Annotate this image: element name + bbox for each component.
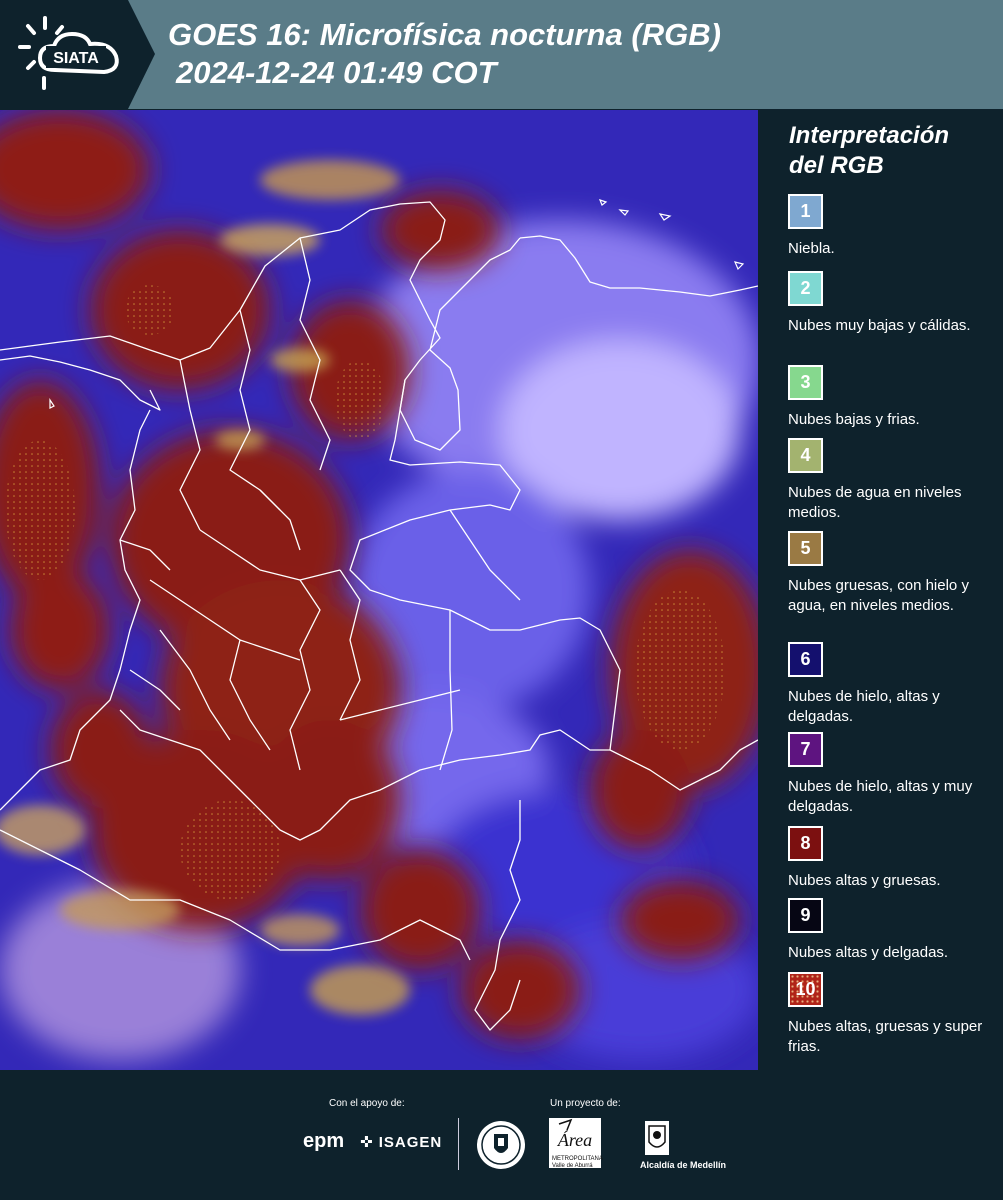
legend-number: 5 [800, 538, 811, 558]
legend-item-very-low-warm-clouds: 2 Nubes muy bajas y cálidas. [788, 271, 988, 336]
isagen-mark-icon: ✜ [360, 1134, 374, 1151]
legend-number: 6 [800, 649, 811, 669]
medellin-label: Alcaldía de Medellín [640, 1160, 727, 1170]
legend-label: Nubes altas y gruesas. [788, 872, 941, 889]
isagen-logo: ✜ ISAGEN [360, 1133, 442, 1151]
legend-item-thick-mixed-clouds: 5 Nubes gruesas, con hielo y agua, en ni… [788, 531, 988, 616]
legend-item-high-thick-clouds: 8 Nubes altas y gruesas. [788, 826, 988, 891]
legend-swatch: 1 [788, 194, 823, 229]
legend-swatch: 6 [788, 642, 823, 677]
project-label: Un proyecto de: [550, 1098, 621, 1109]
legend-number: 2 [800, 278, 811, 298]
legend-swatch: 10 [788, 972, 823, 1007]
support-label: Con el apoyo de: [329, 1098, 405, 1109]
legend-label: Nubes gruesas, con hielo y agua, en nive… [788, 577, 969, 614]
legend-label: Nubes altas y delgadas. [788, 944, 949, 961]
legend-panel: Interpretación del RGB 1 Niebla. 2 Nubes… [758, 110, 1003, 1070]
legend-number: 7 [800, 739, 811, 759]
legend-number: 3 [800, 372, 811, 392]
legend-number: 10 [795, 979, 816, 999]
legend-label: Nubes muy bajas y cálidas. [788, 317, 971, 334]
footer: Con el apoyo de: Un proyecto de: epm ✜ I… [0, 1070, 1003, 1200]
legend-label: Nubes de agua en niveles medios. [788, 484, 962, 521]
legend-swatch: 4 [788, 438, 823, 473]
logo-text: SIATA [53, 50, 99, 67]
legend-number: 1 [800, 201, 811, 221]
title-timestamp: 2024-12-24 01:49 COT [176, 55, 497, 90]
legend-swatch: 2 [788, 271, 823, 306]
legend-item-very-thin-high-ice-clouds: 7 Nubes de hielo, altas y muy delgadas. [788, 732, 988, 817]
legend-number: 8 [800, 833, 811, 853]
siata-logo: SIATA [0, 0, 155, 109]
legend-swatch: 8 [788, 826, 823, 861]
legend-item-supercooled-clouds: 10 Nubes altas, gruesas y super frias. [788, 972, 988, 1057]
legend-label: Nubes de hielo, altas y delgadas. [788, 688, 940, 725]
legend-item-thin-high-ice-clouds: 6 Nubes de hielo, altas y delgadas. [788, 642, 988, 727]
legend-swatch: 3 [788, 365, 823, 400]
legend-swatch: 7 [788, 732, 823, 767]
legend-number: 4 [800, 445, 811, 465]
area-logo-text: Área [557, 1129, 592, 1150]
isagen-logo-text: ISAGEN [378, 1134, 443, 1151]
title-product: GOES 16: Microfísica nocturna (RGB) [168, 17, 721, 52]
legend-label: Nubes bajas y frias. [788, 411, 920, 428]
medellin-shield-icon [645, 1121, 669, 1155]
legend-item-high-thin-clouds: 9 Nubes altas y delgadas. [788, 898, 988, 963]
legend-swatch: 5 [788, 531, 823, 566]
legend-label: Nubes de hielo, altas y muy delgadas. [788, 778, 973, 815]
legend-item-fog: 1 Niebla. [788, 194, 988, 259]
university-seal-icon [477, 1121, 525, 1169]
header: SIATA GOES 16: Microfísica nocturna (RGB… [0, 0, 1003, 109]
satellite-rgb-map[interactable] [0, 110, 758, 1070]
area-metropolitana-subtitle: METROPOLITANA Valle de Aburrá [552, 1156, 603, 1169]
legend-swatch: 9 [788, 898, 823, 933]
footer-divider [458, 1118, 459, 1170]
page-title: GOES 16: Microfísica nocturna (RGB) 2024… [168, 16, 721, 92]
legend-label: Nubes altas, gruesas y super frias. [788, 1018, 983, 1055]
legend-number: 9 [800, 905, 811, 925]
legend-label: Niebla. [788, 240, 835, 257]
epm-logo: epm [303, 1130, 345, 1152]
legend-item-mid-water-clouds: 4 Nubes de agua en niveles medios. [788, 438, 988, 523]
legend-title: Interpretación del RGB [789, 122, 950, 179]
legend-item-low-cold-clouds: 3 Nubes bajas y frias. [788, 365, 988, 430]
